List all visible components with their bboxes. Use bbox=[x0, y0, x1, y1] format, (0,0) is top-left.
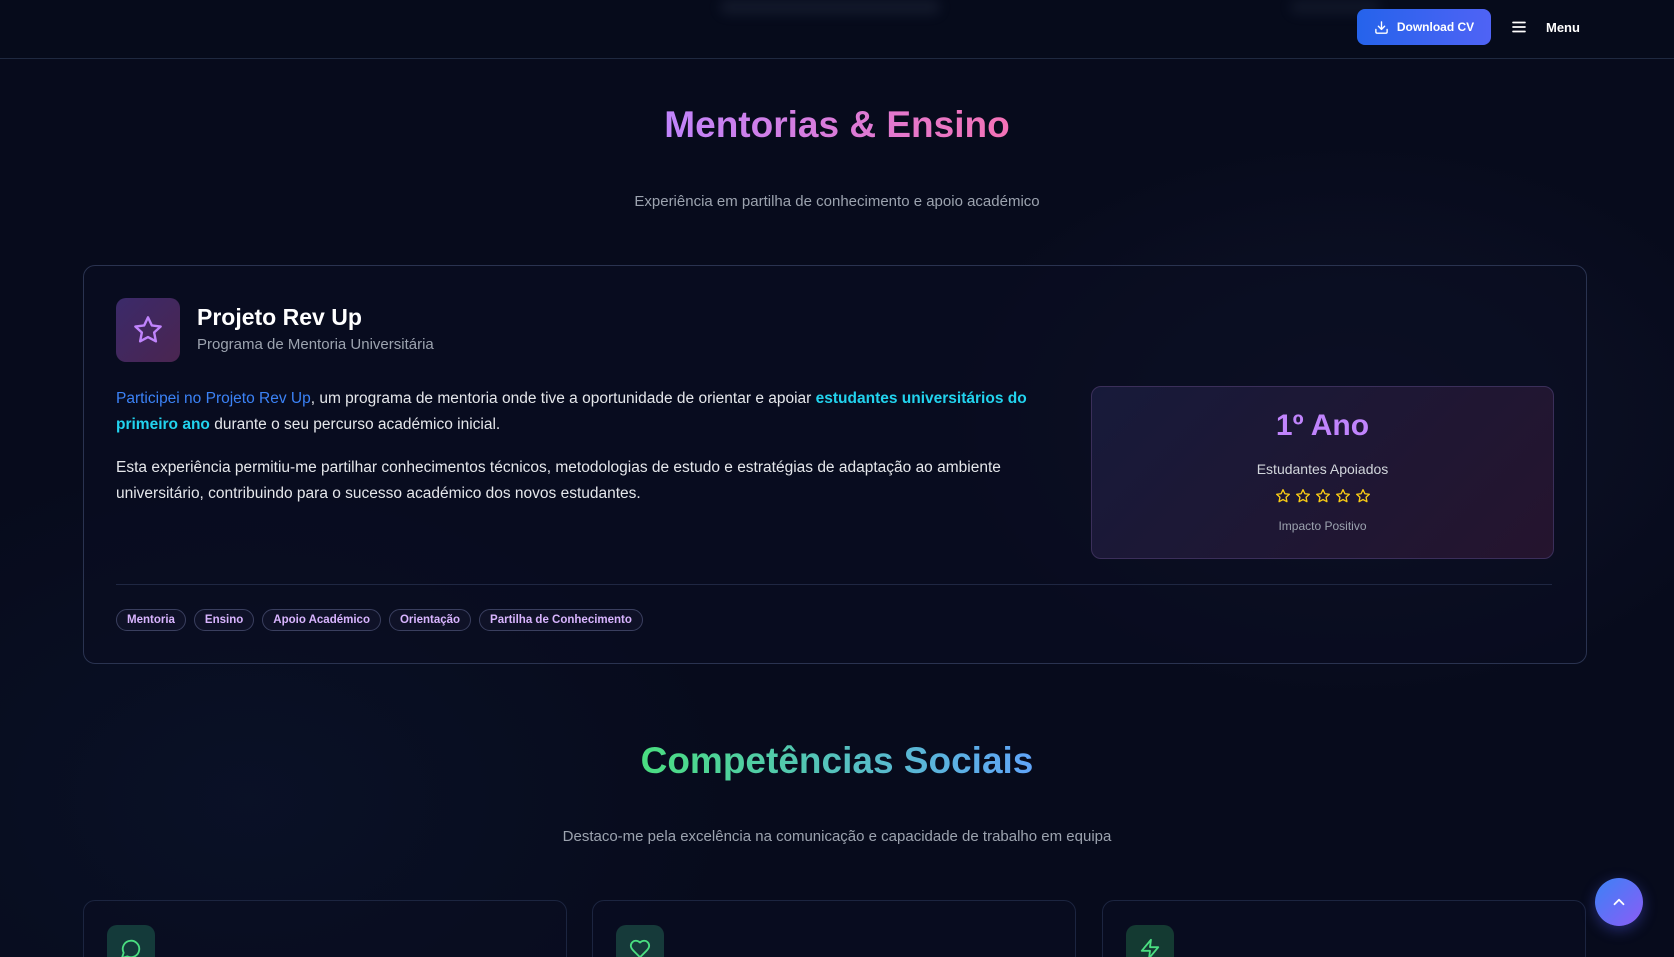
project-description-2: Esta experiência permitiu-me partilhar c… bbox=[116, 459, 1001, 502]
star-rating-icon bbox=[1295, 489, 1310, 503]
tag-chip: Apoio Académico bbox=[262, 609, 381, 631]
download-cv-button[interactable]: Download CV bbox=[1357, 9, 1491, 45]
heart-icon bbox=[629, 939, 651, 957]
mentoring-section-subtitle: Experiência em partilha de conhecimento … bbox=[634, 193, 1040, 210]
rating-stars bbox=[1092, 488, 1553, 504]
chevron-up-icon bbox=[1613, 898, 1625, 906]
stat-label: Estudantes Apoiados bbox=[1256, 461, 1389, 477]
social-skill-card bbox=[83, 900, 567, 957]
menu-button[interactable]: Menu bbox=[1510, 12, 1580, 42]
star-rating-icon bbox=[1315, 489, 1330, 503]
social-skill-card bbox=[592, 900, 1076, 957]
tag-chip: Mentoria bbox=[116, 609, 186, 631]
download-icon bbox=[1375, 20, 1388, 34]
hamburger-icon bbox=[1512, 21, 1526, 33]
download-cv-label: Download CV bbox=[1396, 20, 1475, 34]
social-section-title: Competências Sociais bbox=[640, 740, 1034, 781]
skill-icon-badge bbox=[616, 925, 664, 957]
blurred-nav-content bbox=[720, 0, 940, 14]
project-icon-badge bbox=[116, 298, 180, 362]
star-rating-icon bbox=[1335, 489, 1350, 503]
social-section-subtitle: Destaco-me pela excelência na comunicaçã… bbox=[562, 828, 1112, 845]
highlight-text: Participei no Projeto Rev Up bbox=[116, 390, 311, 407]
stat-footer: Impacto Positivo bbox=[1278, 519, 1367, 533]
skill-icon-badge bbox=[107, 925, 155, 957]
star-rating-icon bbox=[1355, 489, 1370, 503]
divider bbox=[116, 584, 1552, 585]
top-navigation-bar: Download CV Menu bbox=[0, 0, 1674, 59]
stat-value: 1º Ano bbox=[1275, 409, 1370, 442]
tag-chip: Partilha de Conhecimento bbox=[479, 609, 643, 631]
star-icon bbox=[134, 316, 162, 343]
social-skill-card bbox=[1102, 900, 1586, 957]
tag-chip: Orientação bbox=[388, 609, 472, 631]
stat-card: 1º Ano Estudantes Apoiados Impacto Posit… bbox=[1091, 386, 1554, 559]
project-title: Projeto Rev Up bbox=[197, 304, 362, 330]
mentoring-section-title: Mentorias & Ensino bbox=[664, 104, 1010, 145]
project-card: Projeto Rev Up Programa de Mentoria Univ… bbox=[83, 265, 1587, 664]
project-subtitle: Programa de Mentoria Universitária bbox=[197, 336, 434, 353]
tag-chip: Ensino bbox=[193, 609, 255, 631]
scroll-to-top-button[interactable] bbox=[1595, 878, 1643, 926]
chat-bubble-icon bbox=[121, 939, 141, 957]
skill-icon-badge bbox=[1126, 925, 1174, 957]
tag-list: Mentoria Ensino Apoio Académico Orientação P… bbox=[116, 609, 643, 631]
project-description-1: Participei no Projeto Rev Up, um program… bbox=[116, 390, 1027, 433]
menu-label: Menu bbox=[1546, 19, 1580, 35]
lightning-icon bbox=[1140, 938, 1160, 957]
star-rating-icon bbox=[1275, 489, 1290, 503]
